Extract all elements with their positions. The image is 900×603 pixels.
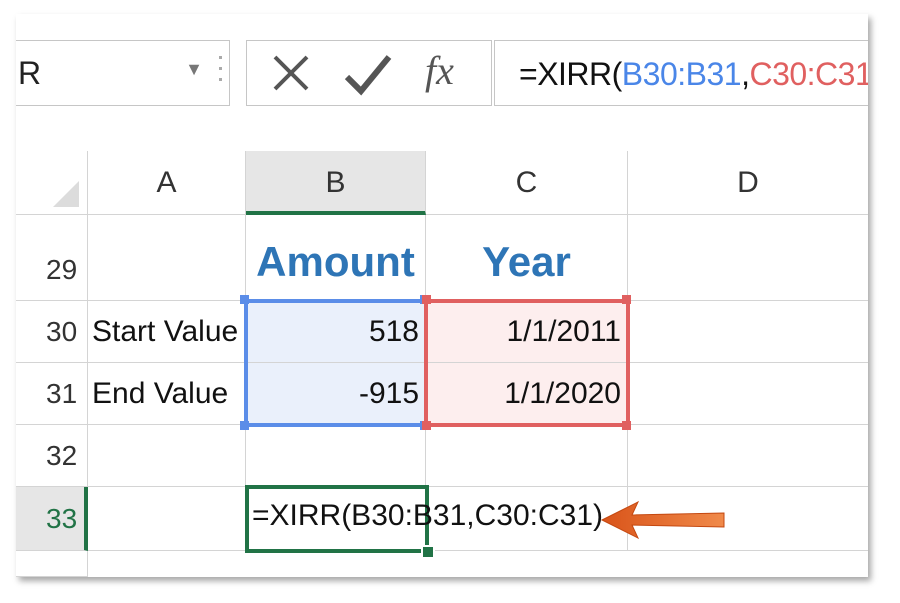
range-highlight-b30-b31 [244, 299, 428, 427]
chevron-down-icon[interactable]: ▼ [185, 59, 203, 80]
column-header-b[interactable]: B [246, 151, 426, 215]
row-header-32[interactable]: 32 [16, 425, 88, 487]
cancel-button[interactable] [261, 41, 321, 105]
row-header-34[interactable] [16, 551, 88, 577]
row-header-29[interactable]: 29 [16, 215, 88, 301]
excel-window: R ▼ fx =XIRR(B30:B31,C30:C31) [16, 14, 868, 577]
cell-b33-edit-text[interactable]: =XIRR(B30:B31,C30:C31) [252, 499, 603, 533]
range-handle[interactable] [422, 421, 431, 430]
arrow-left-icon [600, 500, 725, 540]
formula-bar-area: R ▼ fx =XIRR(B30:B31,C30:C31) [16, 14, 868, 151]
cell-c29[interactable]: Year [426, 215, 628, 301]
cell-a31[interactable]: End Value [88, 363, 246, 425]
formula-input[interactable]: =XIRR(B30:B31,C30:C31) [494, 40, 868, 106]
column-header-d[interactable]: D [628, 151, 868, 215]
row-header-33[interactable]: 33 [16, 487, 88, 551]
fill-handle[interactable] [421, 545, 435, 559]
cell-a29[interactable] [88, 215, 246, 301]
column-header-a[interactable]: A [88, 151, 246, 215]
drag-handle-icon[interactable] [215, 48, 225, 98]
row-header-31[interactable]: 31 [16, 363, 88, 425]
formula-buttons: fx [246, 40, 492, 106]
insert-function-button[interactable]: fx [425, 47, 454, 94]
cell-a32[interactable] [88, 425, 246, 487]
cell-a30[interactable]: Start Value [88, 301, 246, 363]
range-handle[interactable] [240, 295, 249, 304]
cell-d32[interactable] [628, 425, 868, 487]
range-handle[interactable] [622, 421, 631, 430]
cell-d31[interactable] [628, 363, 868, 425]
cell-a33[interactable] [88, 487, 246, 551]
formula-ref-b: B30:B31 [621, 56, 742, 92]
formula-ref-c: C30:C31 [749, 56, 868, 92]
range-handle[interactable] [240, 421, 249, 430]
select-all-corner[interactable] [16, 151, 88, 215]
formula-text: =XIRR(B30:B31,C30:C31) [519, 55, 868, 93]
check-icon [344, 55, 392, 96]
cell-b32[interactable] [246, 425, 426, 487]
x-icon [273, 55, 309, 91]
cell-d30[interactable] [628, 301, 868, 363]
column-header-row: A B C D [16, 151, 868, 215]
row-header-30[interactable]: 30 [16, 301, 88, 363]
column-header-c[interactable]: C [426, 151, 628, 215]
name-box-value: R [18, 55, 42, 91]
cell-c32[interactable] [426, 425, 628, 487]
range-highlight-c30-c31 [424, 299, 630, 427]
spreadsheet-grid: A B C D 29 Amount Year 30 Start Value 51… [16, 151, 868, 577]
range-handle[interactable] [622, 295, 631, 304]
cell-b29[interactable]: Amount [246, 215, 426, 301]
name-box[interactable]: R ▼ [16, 40, 230, 106]
enter-button[interactable] [335, 41, 395, 105]
range-handle[interactable] [422, 295, 431, 304]
cell-d29[interactable] [628, 215, 868, 301]
